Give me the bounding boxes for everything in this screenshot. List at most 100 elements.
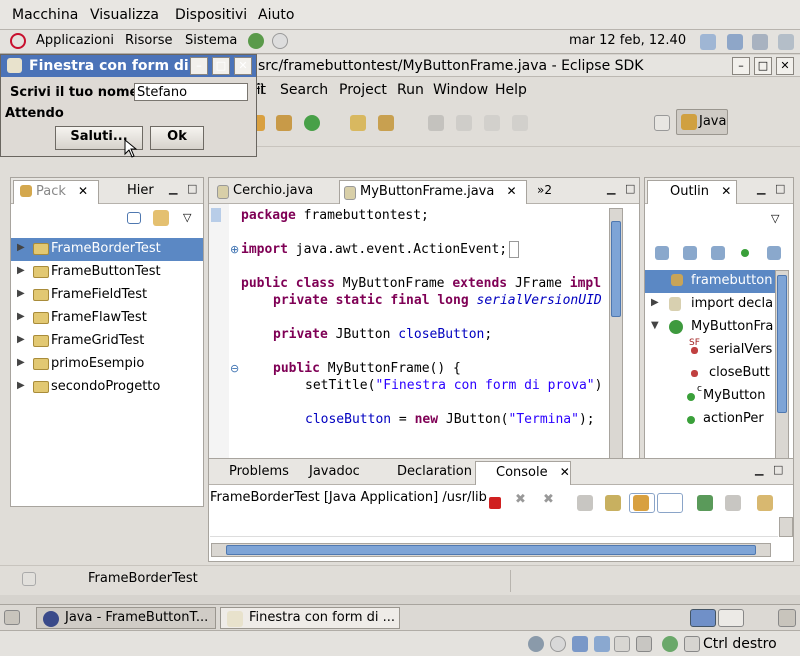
clear-console-icon[interactable] xyxy=(577,495,593,511)
annotation-icon[interactable] xyxy=(428,115,444,131)
minimize-button[interactable]: – xyxy=(732,57,750,75)
more-tabs-button[interactable]: »2 xyxy=(531,180,558,204)
show-on-stdout-icon[interactable] xyxy=(629,493,655,513)
name-input[interactable] xyxy=(134,83,248,101)
tree-item[interactable]: ▶ FrameFlawTest xyxy=(11,307,203,330)
editor-vertical-scrollbar[interactable] xyxy=(609,208,623,482)
new-java-icon[interactable] xyxy=(304,115,320,131)
close-tab-icon[interactable]: ✕ xyxy=(78,184,88,198)
keyboard-capture-icon[interactable] xyxy=(684,636,700,652)
close-tab-icon[interactable]: ✕ xyxy=(506,184,516,198)
new-package-icon[interactable] xyxy=(276,115,292,131)
search-tool-icon[interactable] xyxy=(378,115,394,131)
maximize-view-icon[interactable]: □ xyxy=(625,182,635,195)
search-icon[interactable] xyxy=(700,34,716,50)
tree-item[interactable]: ▶ primoEsempio xyxy=(11,353,203,376)
perspective-java-button[interactable]: Java xyxy=(676,109,728,135)
minimize-view-icon[interactable]: ▁ xyxy=(757,182,765,195)
tab-javadoc[interactable]: Javadoc xyxy=(297,461,366,485)
shared-folder-icon[interactable] xyxy=(614,636,630,652)
maximize-view-icon[interactable]: □ xyxy=(775,182,785,195)
open-console-icon[interactable] xyxy=(757,495,773,511)
show-on-stderr-icon[interactable] xyxy=(657,493,683,513)
collapse-all-icon[interactable] xyxy=(127,212,141,224)
workspace-switcher[interactable] xyxy=(718,609,744,627)
tree-item[interactable]: ▶ FrameButtonTest xyxy=(11,261,203,284)
hide-nonpublic-icon[interactable] xyxy=(741,249,749,257)
close-tab-icon[interactable]: ✕ xyxy=(721,184,731,198)
console-vertical-scrollbar[interactable] xyxy=(779,517,793,537)
tab-problems[interactable]: Problems xyxy=(209,461,295,485)
maximize-view-icon[interactable]: □ xyxy=(773,463,783,476)
cd-icon[interactable] xyxy=(550,636,566,652)
menu-run[interactable]: Run xyxy=(397,82,424,98)
remove-all-icon[interactable]: ✖ xyxy=(543,492,554,507)
workspace-switcher[interactable] xyxy=(690,609,716,627)
open-type-icon[interactable] xyxy=(350,115,366,131)
usb-icon[interactable] xyxy=(594,636,610,652)
menu-dispositivi[interactable]: Dispositivi xyxy=(175,7,247,23)
menu-visualizza[interactable]: Visualizza xyxy=(90,7,159,23)
outline-item[interactable]: actionPer xyxy=(645,408,777,431)
menu-sistema[interactable]: Sistema xyxy=(185,33,237,48)
menu-project[interactable]: Project xyxy=(339,82,387,98)
prev-edit-icon[interactable] xyxy=(484,115,500,131)
dialog-titlebar[interactable]: Finestra con form di – □ ✕ xyxy=(1,55,256,77)
tab-console[interactable]: Console ✕ xyxy=(475,461,571,485)
display-console-icon[interactable] xyxy=(725,495,741,511)
web-browser-icon[interactable] xyxy=(248,33,264,49)
hide-static-icon[interactable] xyxy=(711,246,725,260)
outline-item[interactable]: ▼ MyButtonFra xyxy=(645,316,777,339)
tab-cerchio[interactable]: Cerchio.java xyxy=(213,180,319,204)
code-editor[interactable]: package framebuttontest; import java.awt… xyxy=(209,204,607,482)
tab-declaration[interactable]: Declaration xyxy=(379,461,478,485)
tab-hierarchy[interactable]: Hier xyxy=(105,180,160,204)
taskbar-item-dialog[interactable]: Finestra con form di ... xyxy=(220,607,400,629)
menu-search[interactable]: Search xyxy=(280,82,328,98)
hide-local-types-icon[interactable] xyxy=(767,246,781,260)
taskbar-item-eclipse[interactable]: Java - FrameButtonT... xyxy=(36,607,216,629)
outline-item[interactable]: framebutton xyxy=(645,270,777,293)
hide-fields-icon[interactable] xyxy=(683,246,697,260)
minimize-view-icon[interactable]: ▁ xyxy=(755,463,763,476)
tab-mybuttonframe[interactable]: MyButtonFrame.java ✕ xyxy=(339,180,527,204)
minimize-view-icon[interactable]: ▁ xyxy=(607,182,615,195)
show-whitespace-icon[interactable] xyxy=(512,115,528,131)
volume-icon[interactable] xyxy=(752,34,768,50)
view-menu-icon[interactable]: ▽ xyxy=(771,212,779,225)
debian-swirl-icon[interactable] xyxy=(10,33,26,49)
close-tab-icon[interactable]: ✕ xyxy=(560,465,570,479)
outline-item[interactable]: SF serialVers xyxy=(645,338,777,362)
show-desktop-icon[interactable] xyxy=(4,610,20,625)
power-icon[interactable] xyxy=(778,34,794,50)
outline-item[interactable]: closeButt xyxy=(645,362,777,385)
tree-item[interactable]: ▶ FrameBorderTest xyxy=(11,238,203,261)
outline-item[interactable]: ▶ import decla xyxy=(645,293,777,316)
remove-launch-icon[interactable]: ✖ xyxy=(515,492,526,507)
hard-disk-icon[interactable] xyxy=(528,636,544,652)
tree-item[interactable]: ▶ secondoProgetto xyxy=(11,376,203,399)
tab-package[interactable]: Pack ✕ xyxy=(13,180,99,204)
pin-console-icon[interactable] xyxy=(697,495,713,511)
tree-item[interactable]: ▶ FrameFieldTest xyxy=(11,284,203,307)
menu-window[interactable]: Window xyxy=(433,82,488,98)
sort-icon[interactable] xyxy=(655,246,669,260)
network-adapter-icon[interactable] xyxy=(572,636,588,652)
menu-edit[interactable]: Edit xyxy=(258,82,266,98)
network-icon[interactable] xyxy=(727,34,743,50)
next-annotation-icon[interactable] xyxy=(456,115,472,131)
mouse-integration-icon[interactable] xyxy=(662,636,678,652)
dialog-minimize-button[interactable]: – xyxy=(190,57,208,75)
menu-risorse[interactable]: Risorse xyxy=(125,33,173,48)
menu-applicazioni[interactable]: Applicazioni xyxy=(36,33,114,48)
open-perspective-icon[interactable] xyxy=(654,115,670,131)
outline-item[interactable]: c MyButton xyxy=(645,384,777,408)
menu-help[interactable]: Help xyxy=(495,82,527,98)
tab-outline[interactable]: Outlin ✕ xyxy=(647,180,737,204)
close-button[interactable]: ✕ xyxy=(776,57,794,75)
trash-icon[interactable] xyxy=(778,609,796,627)
view-menu-icon[interactable]: ▽ xyxy=(183,211,191,224)
outline-vertical-scrollbar[interactable] xyxy=(775,270,789,482)
fast-view-icon[interactable] xyxy=(22,572,36,586)
console-output[interactable] xyxy=(210,517,778,537)
